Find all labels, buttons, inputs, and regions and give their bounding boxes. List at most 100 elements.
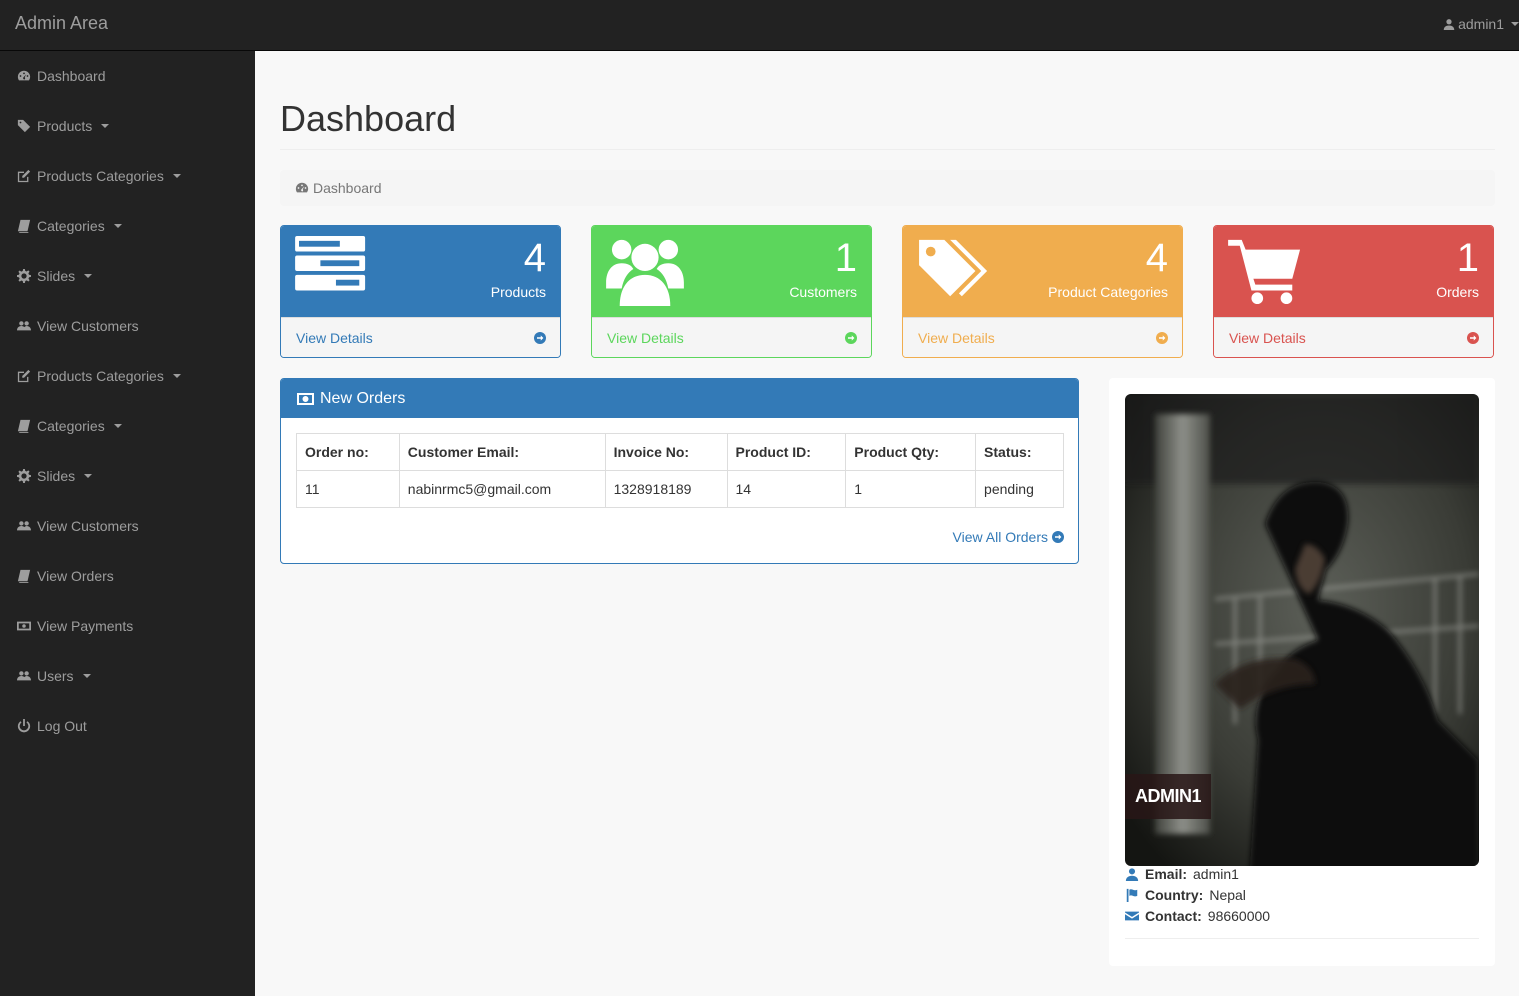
sidebar-item-label: Categories xyxy=(37,218,105,234)
sidebar-item-label: View Orders xyxy=(37,568,114,584)
edit-icon xyxy=(17,369,31,383)
sidebar-item-label: View Customers xyxy=(37,518,139,534)
user-icon xyxy=(1125,868,1139,881)
email-label: Email: xyxy=(1145,866,1188,882)
caret-down-icon xyxy=(1511,22,1519,26)
profile-contact: Contact: 98660000 xyxy=(1125,908,1270,924)
stat-count: 1 xyxy=(1456,236,1479,280)
stat-card-header: 4 Products xyxy=(281,226,560,317)
table-cell: pending xyxy=(975,470,1064,508)
table-cell: 1328918189 xyxy=(604,470,728,508)
tags-icon xyxy=(919,239,988,297)
tasks-icon xyxy=(295,236,366,291)
sidebar-item-label: Products Categories xyxy=(37,168,164,184)
breadcrumb: Dashboard xyxy=(280,170,1495,206)
sidebar-item-label: Log Out xyxy=(37,718,87,734)
stat-label: Orders xyxy=(1436,284,1479,300)
sidebar-item-view-customers[interactable]: View Customers xyxy=(0,301,255,351)
caret-down-icon xyxy=(172,174,181,178)
arrow-circle-right-icon xyxy=(845,331,857,344)
view-details-link[interactable]: View Details xyxy=(1214,317,1493,357)
sidebar-item-users[interactable]: Users xyxy=(0,651,255,701)
money-icon xyxy=(297,392,314,405)
profile-email: Email: admin1 xyxy=(1125,866,1239,882)
column-header: Customer Email: xyxy=(398,433,606,471)
panel-heading: New Orders xyxy=(281,379,1078,418)
sidebar-item-products-categories[interactable]: Products Categories xyxy=(0,351,255,401)
shopping-cart-icon xyxy=(1228,239,1301,305)
sidebar-item-products-categories[interactable]: Products Categories xyxy=(0,151,255,201)
stat-label: Products xyxy=(490,284,546,300)
arrow-circle-right-icon xyxy=(534,331,546,344)
table-cell: 11 xyxy=(296,470,400,508)
orders-table: Order no: Customer Email: Invoice No: Produ… xyxy=(296,433,1064,508)
table-cell: nabinrmc5@gmail.com xyxy=(398,470,606,508)
view-details-link[interactable]: View Details xyxy=(592,317,871,357)
stat-label: Customers xyxy=(789,284,857,300)
view-details-link[interactable]: View Details xyxy=(903,317,1182,357)
edit-icon xyxy=(17,169,31,183)
sidebar-item-label: Dashboard xyxy=(37,68,106,84)
sidebar-item-label: Slides xyxy=(37,268,76,284)
gear-icon xyxy=(17,469,31,483)
brand-link[interactable]: Admin Area xyxy=(15,13,108,34)
view-details-label: View Details xyxy=(607,329,684,346)
page-title: Dashboard xyxy=(280,98,457,139)
sidebar-item-view-customers[interactable]: View Customers xyxy=(0,501,255,551)
stat-count: 4 xyxy=(523,236,546,280)
gear-icon xyxy=(17,269,31,283)
view-all-orders-link[interactable]: View All Orders xyxy=(953,529,1064,545)
caret-down-icon xyxy=(101,124,110,128)
view-details-link[interactable]: View Details xyxy=(281,317,560,357)
stat-card-product-categories: 4 Product Categories View Details xyxy=(902,225,1183,358)
stat-card-customers: 1 Customers View Details xyxy=(591,225,872,358)
caret-down-icon xyxy=(172,374,181,378)
sidebar: Dashboard Products Products Categories Cate… xyxy=(0,51,255,996)
sidebar-item-slides[interactable]: Slides xyxy=(0,251,255,301)
arrow-circle-right-icon xyxy=(1156,331,1168,344)
power-icon xyxy=(17,719,31,733)
user-dropdown[interactable]: admin1 xyxy=(1443,16,1519,32)
profile-name: ADMIN1 xyxy=(1125,774,1212,819)
view-all-label: View All Orders xyxy=(952,529,1048,545)
sidebar-item-label: View Payments xyxy=(37,618,134,634)
sidebar-item-label: View Customers xyxy=(37,318,139,334)
sidebar-item-categories[interactable]: Categories xyxy=(0,401,255,451)
users-icon xyxy=(606,239,684,306)
caret-down-icon xyxy=(113,424,122,428)
table-cell: 14 xyxy=(726,470,847,508)
view-details-label: View Details xyxy=(1229,329,1306,346)
sidebar-item-dashboard[interactable]: Dashboard xyxy=(0,51,255,101)
column-header: Product Qty: xyxy=(845,433,977,471)
caret-down-icon xyxy=(82,674,91,678)
user-icon xyxy=(1443,19,1455,30)
sidebar-item-label: Products Categories xyxy=(37,368,164,384)
divider xyxy=(280,149,1495,150)
sidebar-item-view-payments[interactable]: View Payments xyxy=(0,601,255,651)
sidebar-item-view-orders[interactable]: View Orders xyxy=(0,551,255,601)
stat-card-header: 1 Orders xyxy=(1214,226,1493,317)
users-icon xyxy=(17,669,31,683)
tag-icon xyxy=(17,119,31,133)
stat-card-products: 4 Products View Details xyxy=(280,225,561,358)
top-navbar: Admin Area admin1 xyxy=(0,0,1519,51)
profile-country: Country: Nepal xyxy=(1125,887,1246,903)
email-value: admin1 xyxy=(1193,866,1239,882)
caret-down-icon xyxy=(84,274,93,278)
sidebar-item-categories[interactable]: Categories xyxy=(0,201,255,251)
caret-down-icon xyxy=(113,224,122,228)
main-content: Dashboard Dashboard 4 Products View Detail… xyxy=(255,51,1519,996)
table-cell: 1 xyxy=(845,470,977,508)
stat-count: 1 xyxy=(834,236,857,280)
sidebar-item-log-out[interactable]: Log Out xyxy=(0,701,255,751)
sidebar-item-label: Slides xyxy=(37,468,76,484)
breadcrumb-item: Dashboard xyxy=(313,180,382,196)
sidebar-item-slides[interactable]: Slides xyxy=(0,451,255,501)
stat-card-header: 1 Customers xyxy=(592,226,871,317)
view-details-label: View Details xyxy=(296,329,373,346)
user-name: admin1 xyxy=(1458,16,1504,32)
book-icon xyxy=(17,419,31,433)
column-header: Status: xyxy=(975,433,1064,471)
panel-title: New Orders xyxy=(320,389,406,407)
sidebar-item-products[interactable]: Products xyxy=(0,101,255,151)
